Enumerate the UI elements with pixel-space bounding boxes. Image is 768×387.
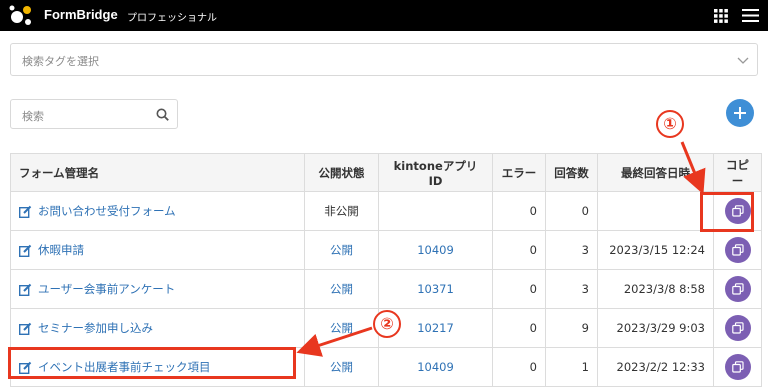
annotation-arrow-one xyxy=(680,141,706,195)
annotation-arrow-two xyxy=(296,326,373,357)
annotation-arrows xyxy=(296,141,706,357)
